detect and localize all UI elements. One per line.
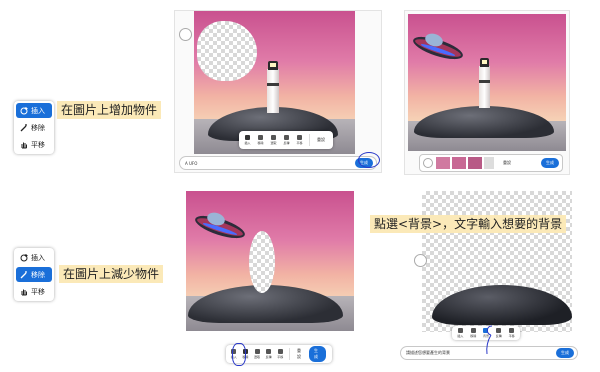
lasso-plus-icon [19, 106, 28, 115]
prev-icon[interactable] [423, 158, 433, 168]
variation-thumb-3[interactable] [468, 157, 482, 169]
tool-insert-label: 插入 [31, 253, 45, 262]
tool-insert[interactable]: 插入 [16, 103, 52, 118]
annotation-circle [358, 152, 380, 168]
wand-icon [19, 270, 28, 279]
edit-toolbar: 插入 移除 選取 反轉 平移 重設 [239, 131, 333, 149]
select-circle[interactable] [414, 254, 427, 267]
hand-icon [19, 140, 28, 149]
toolbar-insert[interactable]: 插入 [455, 325, 466, 341]
lighthouse-ufo-photo [408, 14, 566, 151]
toolbar-remove[interactable]: 移除 [255, 132, 266, 148]
background-prompt-input[interactable]: 請描述您想要產生的背景 [401, 350, 556, 356]
tool-remove-label: 移除 [31, 270, 45, 279]
tool-remove-label: 移除 [31, 123, 45, 132]
tool-pan-label: 平移 [31, 287, 45, 296]
generate-button-4[interactable]: 生成 [556, 348, 574, 358]
prompt-input[interactable]: A UFO [180, 161, 355, 166]
prompt-bar: A UFO 生成 [179, 156, 377, 170]
tool-pan-label: 平移 [31, 140, 45, 149]
variation-bar: 重設 生成 [419, 154, 563, 172]
toolbar-invert[interactable]: 反轉 [264, 346, 274, 362]
lighthouse-remove-photo [186, 191, 354, 331]
lasso-plus-icon [19, 253, 28, 262]
ufo-image [195, 212, 245, 239]
toolbar-insert[interactable]: 插入 [242, 132, 253, 148]
panel-ufo-result: 重設 生成 [404, 10, 570, 175]
toolbar-pan[interactable]: 平移 [506, 325, 517, 341]
toolbar-invert[interactable]: 反轉 [281, 132, 292, 148]
lighthouse-photo: 插入 移除 選取 反轉 平移 重設 [194, 11, 355, 154]
toolbar-select[interactable]: 選取 [268, 132, 279, 148]
more-icon[interactable] [484, 157, 494, 169]
generate-button-3[interactable]: 生成 [309, 346, 326, 362]
tool-insert-label: 插入 [31, 106, 45, 115]
tool-insert[interactable]: 插入 [16, 250, 52, 265]
toolbar-select[interactable]: 選取 [252, 346, 262, 362]
wand-icon [19, 123, 28, 132]
tool-pan[interactable]: 平移 [16, 284, 52, 299]
annotation-arrow [486, 325, 493, 355]
caption-remove: 在圖片上減少物件 [59, 265, 164, 283]
caption-add: 在圖片上增加物件 [57, 101, 162, 119]
variation-thumb-2[interactable] [452, 157, 466, 169]
reset-button-3[interactable]: 重設 [294, 348, 307, 360]
tool-menu-remove: 插入 移除 平移 [14, 248, 54, 301]
toolbar-remove[interactable]: 移除 [468, 325, 479, 341]
reset-button[interactable]: 重設 [314, 137, 328, 143]
panel-remove: 插入 移除 選取 反轉 平移 重設 生成 [174, 188, 364, 366]
tool-menu-insert: 插入 移除 平移 [14, 101, 54, 154]
select-circle[interactable] [179, 28, 192, 41]
toolbar-pan[interactable]: 平移 [294, 132, 305, 148]
annotation-circle [232, 343, 246, 366]
toolbar-pan[interactable]: 平移 [276, 346, 286, 362]
panel-insert: 插入 移除 選取 反轉 平移 重設 A UFO 生成 [174, 10, 382, 173]
tool-remove[interactable]: 移除 [16, 120, 52, 135]
hand-icon [19, 287, 28, 296]
reset-button-2[interactable]: 重設 [500, 160, 514, 166]
caption-background: 點選<背景>，文字輸入想要的背景 [370, 215, 567, 233]
ufo-image [413, 33, 463, 60]
generate-button-2[interactable]: 生成 [541, 158, 559, 168]
tool-remove[interactable]: 移除 [16, 267, 52, 282]
variation-thumb-1[interactable] [436, 157, 450, 169]
tool-pan[interactable]: 平移 [16, 137, 52, 152]
transparent-canvas [422, 191, 572, 332]
